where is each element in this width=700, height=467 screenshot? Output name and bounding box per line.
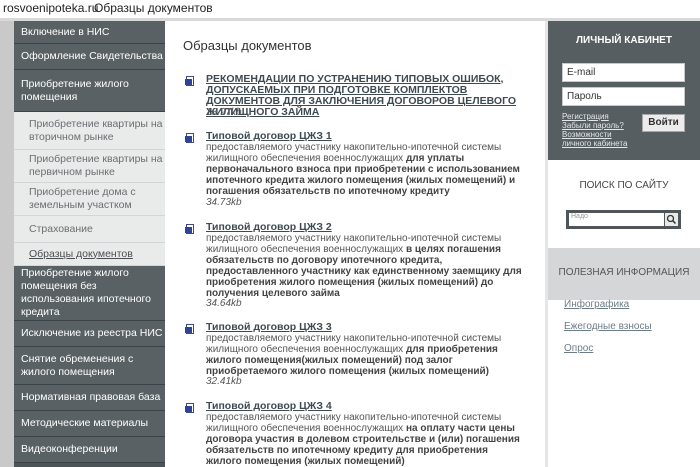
- search-icon: [666, 214, 677, 225]
- forgot-password-link[interactable]: Забыли пароль?: [562, 121, 627, 130]
- document-description: предоставляемого участнику накопительно-…: [206, 142, 526, 197]
- email-field[interactable]: E-mail: [562, 63, 685, 82]
- document-description: предоставляемого участнику накопительно-…: [206, 233, 526, 299]
- annual-contributions-link[interactable]: Ежегодные взносы: [564, 321, 652, 332]
- document-icon: [185, 133, 196, 144]
- sidebar-item-label: Приобретение квартиры на вторичном рынке: [29, 117, 163, 143]
- search-button[interactable]: [665, 213, 678, 226]
- sidebar-item-no-mortgage[interactable]: Приобретение жилого помещения без исполь…: [14, 266, 165, 321]
- document-item: Типовой договор ЦЖЗ 4 предоставляемого у…: [185, 401, 535, 467]
- document-size: 32.41kb: [206, 376, 242, 387]
- document-size: 34.73kb: [206, 197, 242, 208]
- cabinet-features-link[interactable]: Возможности: [562, 130, 627, 139]
- sidebar-item-certificate[interactable]: Оформление Свидетельства: [14, 44, 165, 70]
- main-content: Образцы документов РЕКОМЕНДАЦИИ ПО УСТРА…: [165, 21, 548, 467]
- sidebar-item-label: Методические материалы: [21, 417, 148, 429]
- current-page-tab[interactable]: Образцы документов: [94, 1, 213, 15]
- survey-link[interactable]: Опрос: [564, 343, 593, 354]
- sidebar-item-label: Приобретение жилого помещения: [21, 77, 129, 103]
- document-icon: [185, 76, 196, 87]
- page-title: Образцы документов: [183, 38, 312, 53]
- document-item: Типовой договор ЦЖЗ 2 предоставляемого у…: [185, 222, 535, 314]
- sidebar: Включение в НИС Оформление Свидетельства…: [14, 21, 165, 467]
- search-title: ПОИСК ПО САЙТУ: [579, 180, 669, 191]
- login-button[interactable]: Войти: [642, 114, 685, 132]
- sidebar-item-label: Исключение из реестра НИС: [21, 327, 163, 339]
- site-tab[interactable]: rosvoenipoteka.ru: [3, 1, 98, 15]
- right-column: ЛИЧНЫЙ КАБИНЕТ E-mail Пароль Регистрация…: [548, 21, 700, 467]
- register-link[interactable]: Регистрация: [562, 112, 627, 121]
- document-item: Типовой договор ЦЖЗ 1 предоставляемого у…: [185, 131, 535, 211]
- sidebar-item-nis[interactable]: Включение в НИС: [14, 21, 165, 44]
- sidebar-item-label: Образцы документов: [29, 247, 133, 260]
- sidebar-item-label: Включение в НИС: [21, 25, 110, 38]
- sidebar-item-label: Нормативная правовая база: [21, 391, 161, 403]
- cabinet-features-link-2[interactable]: личного кабинета: [562, 139, 627, 148]
- sidebar-item-label: Приобретение жилого помещения без исполь…: [21, 267, 151, 318]
- sidebar-item-house-land[interactable]: Приобретение дома с земельным участком: [14, 183, 165, 216]
- password-field[interactable]: Пароль: [562, 87, 685, 106]
- document-description: предоставляемого участнику накопительно-…: [206, 412, 526, 467]
- sidebar-item-label: Приобретение квартиры на первичном рынке: [29, 153, 163, 178]
- sidebar-item-label: Оформление Свидетельства: [21, 50, 163, 62]
- sidebar-item-sample-docs[interactable]: Образцы документов: [14, 243, 165, 266]
- document-size: 34.64kb: [206, 298, 242, 309]
- document-link[interactable]: РЕКОМЕНДАЦИИ ПО УСТРАНЕНИЮ ТИПОВЫХ ОШИБО…: [206, 74, 536, 118]
- document-link[interactable]: Типовой договор ЦЖЗ 2: [206, 222, 536, 233]
- infographics-link[interactable]: Инфографика: [564, 299, 629, 310]
- sidebar-item-label: Снятие обременения с жилого помещения: [21, 352, 134, 378]
- sidebar-item-secondary-market[interactable]: Приобретение квартиры на вторичном рынке: [14, 112, 165, 150]
- sidebar-item-exclusion[interactable]: Исключение из реестра НИС: [14, 321, 165, 347]
- sidebar-item-insurance[interactable]: Страхование: [14, 216, 165, 243]
- sidebar-item-methodical[interactable]: Методические материалы: [14, 411, 165, 437]
- search-input[interactable]: Надо: [569, 213, 664, 226]
- cabinet-links: Регистрация Забыли пароль? Возможности л…: [562, 112, 627, 148]
- useful-info-title: ПОЛЕЗНАЯ ИНФОРМАЦИЯ: [558, 267, 690, 278]
- document-item: Типовой договор ЦЖЗ 3 предоставляемого у…: [185, 322, 535, 392]
- document-icon: [185, 224, 196, 235]
- document-size: 18.97kb: [206, 107, 242, 118]
- document-description: предоставляемого участнику накопительно-…: [206, 333, 526, 377]
- sidebar-item-label: Страхование: [29, 222, 93, 235]
- document-link[interactable]: Типовой договор ЦЖЗ 4: [206, 401, 536, 412]
- sidebar-item-primary-market[interactable]: Приобретение квартиры на первичном рынке: [14, 150, 165, 183]
- document-icon: [185, 403, 196, 414]
- sidebar-item-legal-base[interactable]: Нормативная правовая база: [14, 385, 165, 411]
- document-item: РЕКОМЕНДАЦИИ ПО УСТРАНЕНИЮ ТИПОВЫХ ОШИБО…: [185, 74, 535, 118]
- sidebar-item-housing[interactable]: Приобретение жилого помещения: [14, 70, 165, 112]
- sidebar-item-label: Приобретение дома с земельным участком: [29, 186, 136, 211]
- document-link[interactable]: Типовой договор ЦЖЗ 1: [206, 131, 536, 142]
- sidebar-item-encumbrance[interactable]: Снятие обременения с жилого помещения: [14, 347, 165, 385]
- document-link[interactable]: Типовой договор ЦЖЗ 3: [206, 322, 536, 333]
- left-gutter: [0, 21, 14, 467]
- useful-info-bar: ПОЛЕЗНАЯ ИНФОРМАЦИЯ: [548, 248, 700, 300]
- document-icon: [185, 324, 196, 335]
- cabinet-title: ЛИЧНЫЙ КАБИНЕТ: [576, 35, 672, 46]
- personal-cabinet-panel: ЛИЧНЫЙ КАБИНЕТ E-mail Пароль Регистрация…: [548, 21, 700, 160]
- sidebar-item-label: Видеоконференции: [21, 443, 118, 455]
- top-tab-bar: rosvoenipoteka.ru Образцы документов: [0, 0, 700, 18]
- search-box: Надо: [566, 210, 681, 229]
- sidebar-item-videoconf[interactable]: Видеоконференции: [14, 437, 165, 463]
